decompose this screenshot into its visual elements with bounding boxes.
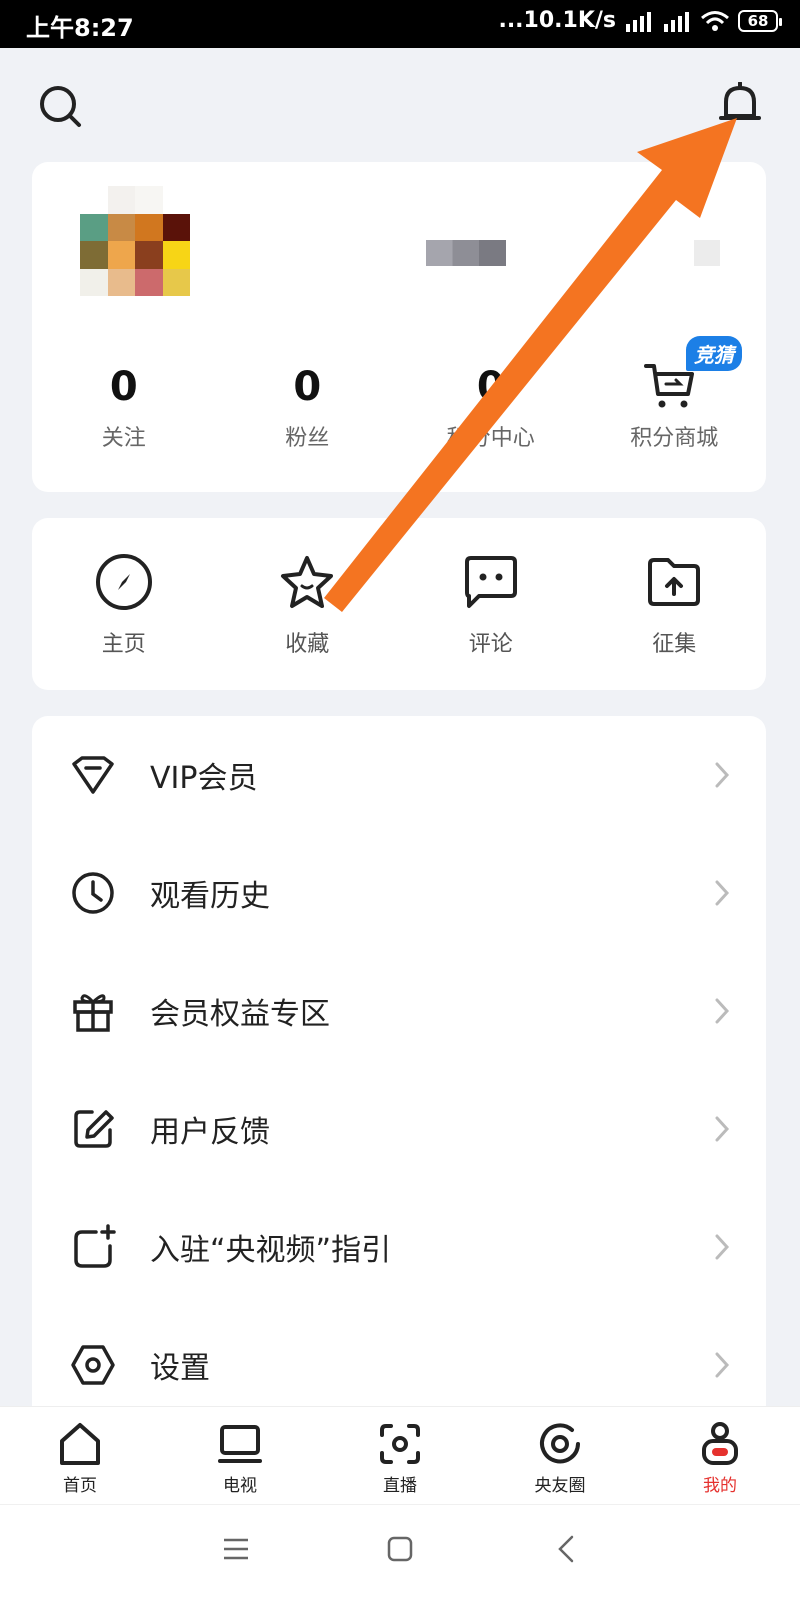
menu-label: VIP会员 [150,761,258,796]
shortcut-comments[interactable]: 评论 [399,518,583,690]
stat-fans[interactable]: 0 粉丝 [216,360,400,452]
shortcut-label: 评论 [468,632,513,657]
menu-item-history[interactable]: 观看历史 [32,834,766,952]
net-speed: ...10.1K/s [498,8,616,33]
add-square-icon [74,1224,116,1268]
gift-icon [73,994,113,1032]
wifi-icon [701,10,729,31]
search-icon[interactable] [38,84,82,128]
bottom-nav: 首页 电视 直播 央友圈 我的 [0,1406,800,1505]
chevron-right-icon [715,1116,730,1142]
profile-icon [702,1422,738,1465]
stat-value: 0 [293,364,322,410]
menu-label: 设置 [150,1351,210,1386]
star-icon [281,556,334,608]
system-nav-bar [0,1504,800,1601]
menu-item-vip[interactable]: VIP会员 [32,716,766,834]
menu-item-settings[interactable]: 设置 [32,1306,766,1416]
circle-icon [540,1423,580,1464]
menu-label: 会员权益专区 [150,997,330,1032]
status-bar: 上午8:27 ...10.1K/s 68 [0,0,800,48]
battery-indicator: 68 [738,9,782,32]
nav-label: 我的 [703,1476,737,1496]
chevron-right-icon [715,1352,730,1378]
username-blurred [426,240,506,266]
settings-icon [71,1345,115,1385]
signal-icon-2 [664,11,689,32]
nav-label: 首页 [63,1476,97,1496]
nav-label: 直播 [383,1476,417,1496]
nav-home[interactable]: 首页 [0,1407,160,1505]
stat-value: 0 [476,364,505,410]
menu-label: 观看历史 [150,879,270,914]
status-indicators: ...10.1K/s 68 [498,8,782,33]
home-square-icon[interactable] [386,1535,414,1563]
nav-tv[interactable]: 电视 [160,1407,320,1505]
compass-icon [95,554,152,610]
shortcut-label: 收藏 [285,632,330,657]
bell-icon[interactable] [718,82,762,128]
nav-label: 央友圈 [534,1476,586,1496]
chevron-right-icon [715,998,730,1024]
stat-label: 积分中心 [446,426,535,451]
shortcut-homepage[interactable]: 主页 [32,518,216,690]
edit-icon [74,1110,114,1148]
diamond-icon [72,756,114,794]
nav-circle[interactable]: 央友圈 [480,1407,640,1505]
folder-upload-icon [648,558,701,606]
nav-live[interactable]: 直播 [320,1407,480,1505]
guess-badge: 竞猜 [686,336,742,371]
chevron-right-icon [715,1234,730,1260]
stat-label: 关注 [101,426,146,451]
nav-label: 电视 [223,1476,257,1496]
menu-item-member-benefits[interactable]: 会员权益专区 [32,952,766,1070]
live-icon [380,1424,420,1464]
menu-label: 用户反馈 [150,1115,270,1150]
stat-label: 粉丝 [285,426,330,451]
stat-value: 0 [109,364,138,410]
shortcut-favorites[interactable]: 收藏 [216,518,400,690]
clock-icon [72,872,114,914]
stat-points-center[interactable]: 0 积分中心 [399,360,583,452]
stat-following[interactable]: 0 关注 [32,360,216,452]
shortcut-label: 主页 [101,632,146,657]
menu-item-onboarding-guide[interactable]: 入驻“央视频”指引 [32,1188,766,1306]
menu-list: VIP会员 观看历史 会员权益专区 用户反馈 入驻“央视频”指引 设置 [32,716,766,1416]
shortcut-card: 主页 收藏 评论 征集 [32,518,766,690]
back-icon[interactable] [556,1535,576,1563]
signal-icon [626,11,651,32]
chevron-right-icon [715,880,730,906]
shortcut-label: 征集 [652,632,697,657]
menu-label: 入驻“央视频”指引 [150,1233,392,1268]
menu-item-feedback[interactable]: 用户反馈 [32,1070,766,1188]
tv-icon [218,1425,262,1463]
status-time: 上午8:27 [26,14,134,42]
points-mall-label: 积分商城 [630,426,719,451]
comment-icon [464,556,517,608]
profile-arrow-blurred[interactable] [694,240,720,266]
nav-profile[interactable]: 我的 [640,1407,800,1505]
shortcut-collection[interactable]: 征集 [583,518,767,690]
avatar[interactable] [80,186,190,296]
chevron-right-icon [715,762,730,788]
profile-card: 0 关注 0 粉丝 0 积分中心 积分商城 竞猜 [32,162,766,492]
home-icon [60,1423,100,1465]
menu-icon[interactable] [222,1535,250,1563]
